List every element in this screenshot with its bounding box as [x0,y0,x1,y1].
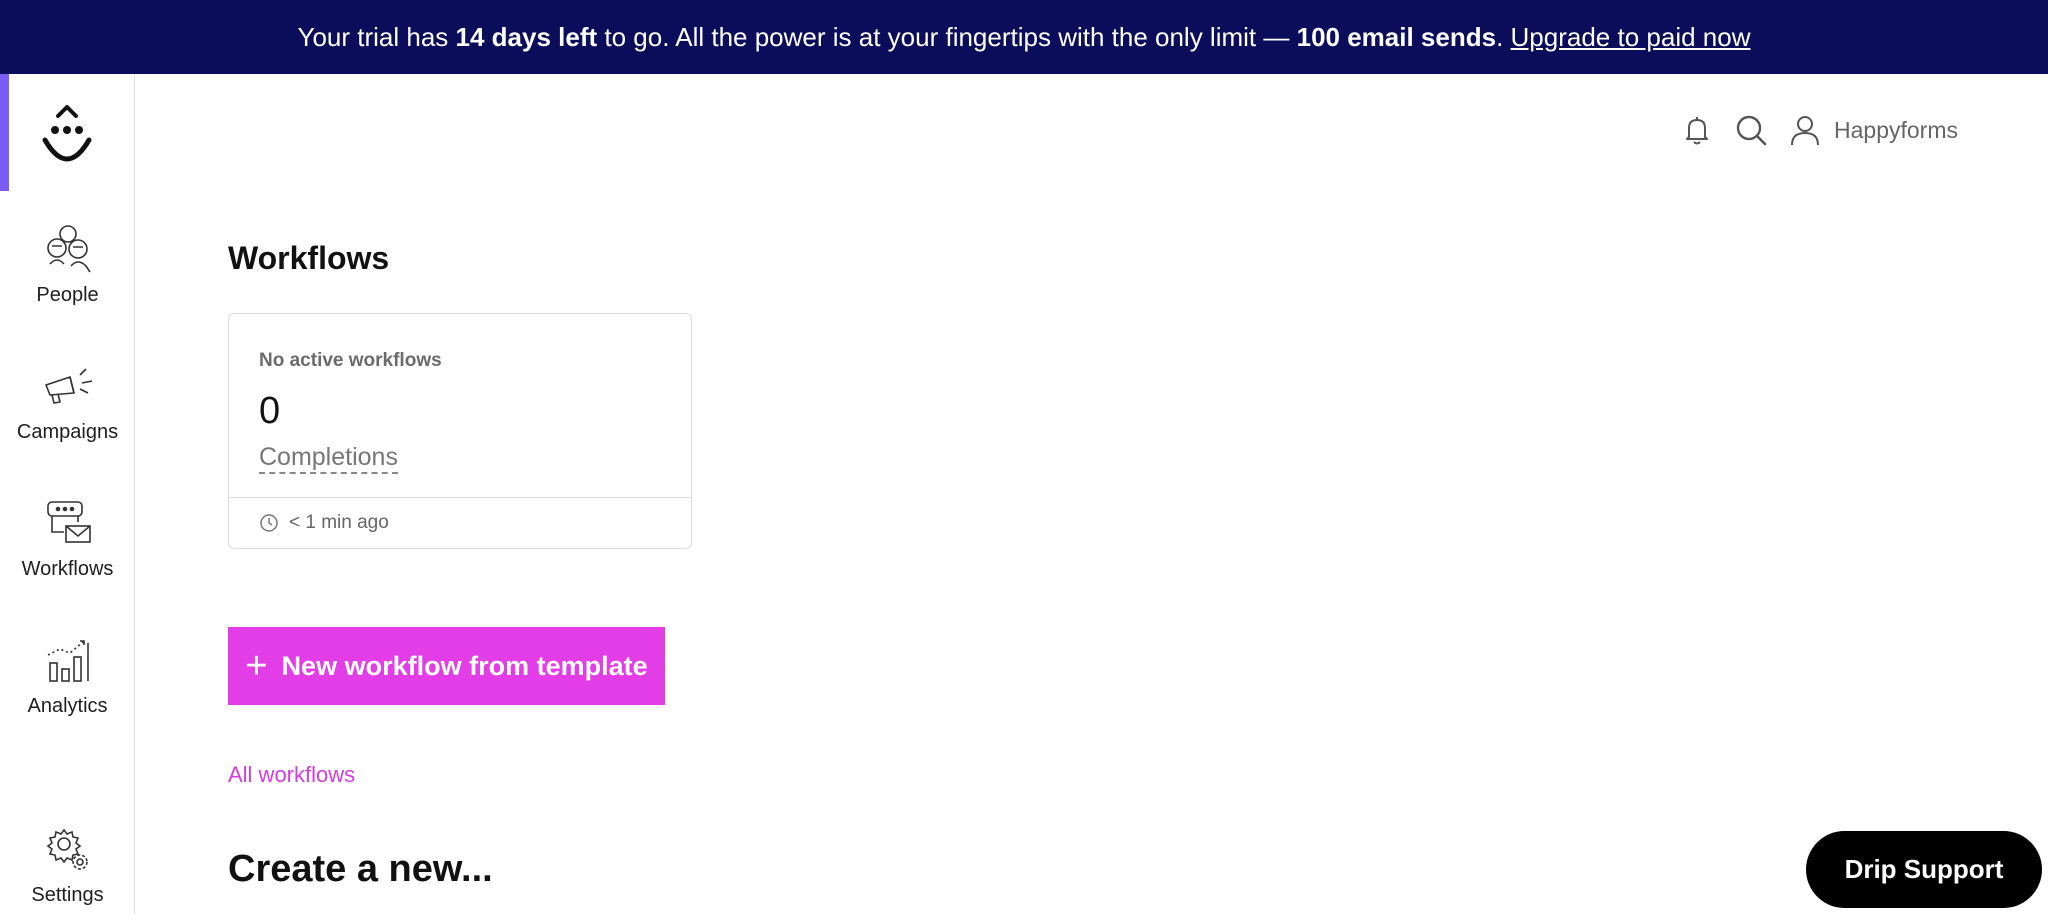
new-workflow-from-template-button[interactable]: + New workflow from template [228,627,665,705]
banner-limit: 100 email sends [1296,21,1497,52]
clock-icon [260,514,278,532]
completions-count: 0 [259,390,281,432]
last-updated: < 1 min ago [289,512,389,533]
card-footer: < 1 min ago [259,512,389,534]
banner-days-left: 14 days left [455,21,598,52]
new-workflow-button-label: New workflow from template [281,650,648,681]
plus-icon: + [245,645,268,687]
user-icon[interactable] [1788,113,1822,147]
workflow-icon [46,501,91,543]
sidebar-item-campaigns[interactable]: Campaigns [0,359,135,444]
people-icon [46,225,91,273]
drip-logo-icon[interactable] [36,102,98,168]
sidebar-label-settings: Settings [31,884,104,906]
sidebar-item-people[interactable]: People [0,222,135,307]
sidebar-label-workflows: Workflows [21,558,114,580]
sidebar-label-campaigns: Campaigns [16,421,119,443]
gear-icon [46,828,88,870]
megaphone-icon [44,368,92,404]
sidebar-item-settings[interactable]: Settings [0,822,135,907]
analytics-icon [47,640,89,682]
banner-text-1: Your trial has [297,21,456,52]
bell-icon[interactable] [1680,113,1714,147]
trial-banner: Your trial has 14 days left to go. All t… [0,0,2048,74]
top-header: Happyforms [1680,108,1958,152]
banner-text-2: to go. All the power is at your fingerti… [597,21,1297,52]
sidebar-label-analytics: Analytics [27,695,108,717]
card-title: No active workflows [259,350,442,371]
page-title: Workflows [228,240,390,276]
sidebar-label-people: People [36,284,99,306]
user-name[interactable]: Happyforms [1834,117,1958,144]
upgrade-link[interactable]: Upgrade to paid now [1511,22,1751,53]
workflow-summary-card: No active workflows 0 Completions < 1 mi… [228,313,692,549]
card-divider [229,497,691,498]
sidebar: People Campaigns Workflows Analytics Set… [0,74,135,914]
sidebar-item-analytics[interactable]: Analytics [0,633,135,718]
all-workflows-link[interactable]: All workflows [228,762,355,788]
create-new-heading: Create a new... [228,848,493,890]
search-icon[interactable] [1734,113,1768,147]
banner-text-3: . [1496,21,1511,52]
sidebar-item-workflows[interactable]: Workflows [0,496,135,581]
sidebar-active-indicator [0,74,9,191]
drip-support-button[interactable]: Drip Support [1806,831,2042,908]
completions-label[interactable]: Completions [259,442,398,474]
